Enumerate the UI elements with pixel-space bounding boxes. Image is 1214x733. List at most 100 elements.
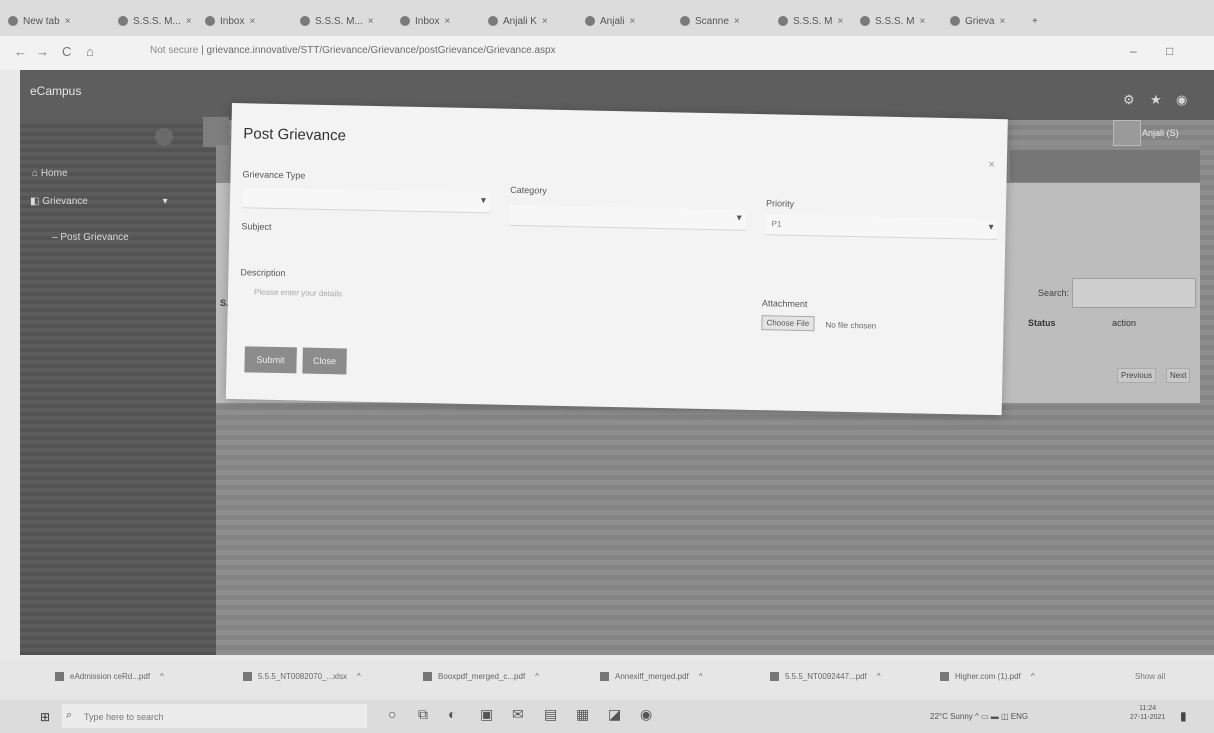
taskbar-search[interactable]: ⌕ Type here to search	[62, 704, 367, 728]
browser-tab[interactable]: Scanne ×	[680, 10, 740, 32]
description-input[interactable]: Please enter your details	[254, 288, 342, 299]
sidebar-item-post-grievance[interactable]: – Post Grievance	[52, 232, 129, 243]
user-name[interactable]: Anjali (S)	[1142, 128, 1179, 138]
close-tab-icon[interactable]: ×	[999, 16, 1005, 27]
download-item[interactable]: 5.5.5_NT0082070_...xlsx ^	[243, 672, 361, 682]
reload-icon[interactable]: C	[62, 44, 71, 59]
browser-tab[interactable]: S.S.S. M... ×	[118, 10, 192, 32]
content-panel-header	[1010, 150, 1200, 182]
chevron-up-icon[interactable]: ^	[1031, 672, 1035, 681]
download-item[interactable]: eAdmission ceRd...pdf ^	[55, 672, 164, 682]
download-item[interactable]: Higher.com (1).pdf ^	[940, 672, 1035, 682]
tab-label: Anjali	[600, 15, 625, 27]
close-tab-icon[interactable]: ×	[186, 16, 192, 27]
close-icon[interactable]: ×	[988, 159, 995, 171]
download-filename: 5.5.5_NT0082070_...xlsx	[258, 672, 347, 681]
category-label: Category	[510, 184, 547, 196]
clock[interactable]: 11:24 27-11-2021	[1130, 704, 1165, 722]
priority-select[interactable]: P1 ▾	[765, 214, 998, 241]
search-input[interactable]	[1072, 278, 1196, 308]
forward-icon[interactable]: →	[36, 44, 49, 59]
category-select[interactable]: ▾	[509, 204, 746, 231]
tab-label: S.S.S. M	[793, 15, 833, 27]
pdf-file-icon	[423, 672, 432, 682]
url-field[interactable]: Not secure | grievance.innovative/STT/Gr…	[150, 45, 556, 56]
mail-icon[interactable]: ✉	[512, 706, 524, 723]
system-tray[interactable]: 22°C Sunny ^ ▭ ▬ ◫ ENG	[930, 712, 1028, 721]
chrome-icon[interactable]: ◉	[640, 706, 652, 723]
edge-icon[interactable]: ◐	[448, 706, 456, 722]
home-icon[interactable]: ⌂	[86, 44, 94, 59]
favicon-icon	[680, 16, 690, 26]
modal-title: Post Grievance	[243, 125, 347, 145]
tab-label: Inbox	[220, 15, 245, 27]
sidebar-item-grievance[interactable]: ◧ Grievance ▾	[30, 196, 168, 207]
tab-label: S.S.S. M...	[315, 15, 363, 27]
close-tab-icon[interactable]: ×	[629, 16, 635, 27]
chevron-up-icon[interactable]: ^	[535, 672, 539, 681]
restore-icon[interactable]: □	[1166, 44, 1173, 58]
sidebar-item-home[interactable]: ⌂ Home	[32, 168, 68, 179]
date-text: 27-11-2021	[1130, 714, 1166, 721]
browser-tab[interactable]: Inbox ×	[400, 10, 450, 32]
settings-icon[interactable]: ⚙	[1123, 92, 1135, 108]
next-button[interactable]: Next	[1166, 368, 1191, 383]
cortana-icon[interactable]: ○	[388, 706, 396, 722]
favicon-icon	[205, 16, 215, 26]
close-tab-icon[interactable]: ×	[249, 16, 255, 27]
chevron-down-icon: ▾	[736, 212, 742, 224]
time-text: 11:24	[1139, 705, 1157, 712]
close-tab-icon[interactable]: ×	[919, 16, 925, 27]
app-brand: eCampus	[30, 84, 82, 98]
browser-tab[interactable]: S.S.S. M ×	[860, 10, 925, 32]
star-icon[interactable]: ★	[1150, 92, 1162, 108]
browser-tab[interactable]: S.S.S. M ×	[778, 10, 843, 32]
file-explorer-icon[interactable]: ▦	[576, 706, 589, 723]
close-tab-icon[interactable]: ×	[837, 16, 843, 27]
download-item[interactable]: 5.5.5_NT0092447...pdf ^	[770, 672, 881, 682]
home-icon: ⌂	[32, 168, 41, 179]
favicon-icon	[400, 16, 410, 26]
tab-label: Grieva	[965, 15, 995, 27]
sidebar-toggle-icon[interactable]	[155, 128, 173, 146]
photos-icon[interactable]: ▤	[544, 706, 557, 723]
chevron-up-icon[interactable]: ^	[357, 672, 361, 681]
back-icon[interactable]: ←	[14, 44, 27, 59]
browser-tab[interactable]: Anjali ×	[585, 10, 635, 32]
favicon-icon	[778, 16, 788, 26]
acrobat-icon[interactable]: ◪	[608, 706, 621, 723]
windows-start-icon[interactable]: ⊞	[40, 710, 50, 724]
store-icon[interactable]: ▣	[480, 706, 493, 723]
new-tab-button[interactable]: +	[1032, 10, 1038, 32]
avatar[interactable]	[1113, 120, 1141, 146]
chevron-up-icon[interactable]: ^	[160, 672, 164, 681]
close-tab-icon[interactable]: ×	[542, 16, 548, 27]
browser-tab[interactable]: Grieva ×	[950, 10, 1005, 32]
content-menu-icon[interactable]	[203, 117, 229, 147]
submit-button[interactable]: Submit	[244, 346, 297, 374]
browser-tab[interactable]: S.S.S. M... ×	[300, 10, 374, 32]
task-view-icon[interactable]: ⧉	[418, 706, 428, 723]
close-tab-icon[interactable]: ×	[368, 16, 374, 27]
download-item[interactable]: Annexiff_merged.pdf ^	[600, 672, 703, 682]
column-header-action: action	[1112, 318, 1137, 328]
close-tab-icon[interactable]: ×	[65, 16, 71, 27]
choose-file-button[interactable]: Choose File	[761, 315, 815, 332]
download-item[interactable]: Booxpdf_merged_c...pdf ^	[423, 672, 539, 682]
favicon-icon	[860, 16, 870, 26]
profile-icon[interactable]: ◉	[1176, 92, 1187, 108]
chevron-up-icon[interactable]: ^	[877, 672, 881, 681]
close-tab-icon[interactable]: ×	[734, 16, 740, 27]
browser-tab[interactable]: Anjali K ×	[488, 10, 548, 32]
previous-button[interactable]: Previous	[1117, 368, 1157, 383]
browser-tab[interactable]: Inbox ×	[205, 10, 255, 32]
close-tab-icon[interactable]: ×	[444, 16, 450, 27]
chevron-down-icon: ▾	[988, 221, 994, 233]
show-all-downloads-link[interactable]: Show all	[1135, 672, 1165, 681]
close-button[interactable]: Close	[302, 347, 347, 375]
notification-icon[interactable]: ▮	[1180, 709, 1187, 723]
grievance-type-select[interactable]: ▾	[241, 187, 491, 214]
browser-tab[interactable]: New tab ×	[8, 10, 71, 32]
minimize-icon[interactable]: –	[1130, 44, 1137, 58]
chevron-up-icon[interactable]: ^	[699, 672, 703, 681]
